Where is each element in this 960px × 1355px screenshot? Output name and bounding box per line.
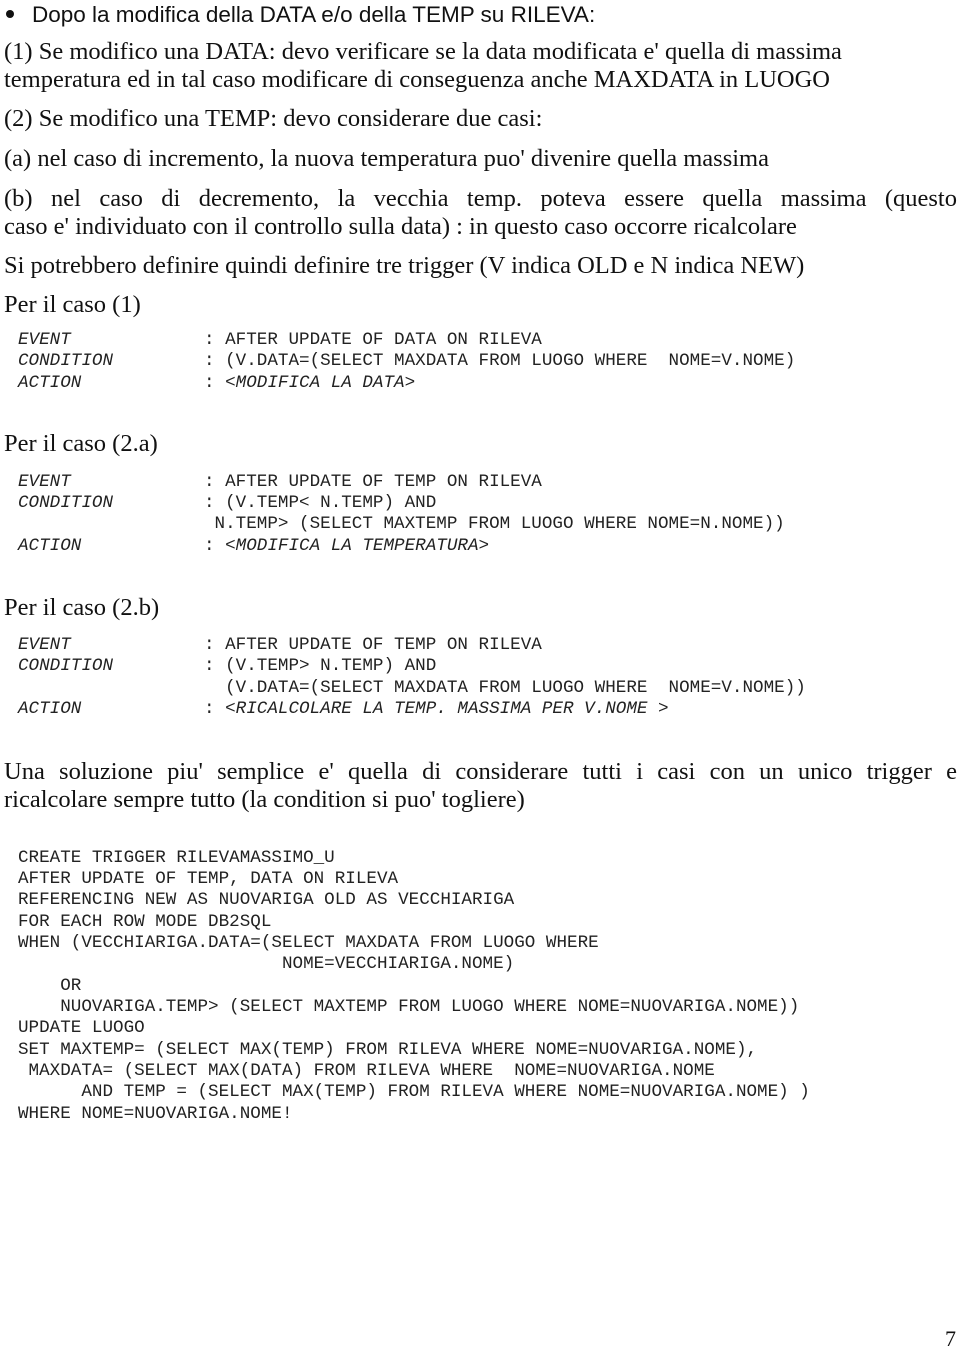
action-label: ACTION	[18, 699, 82, 719]
trigger-condition-row: CONDITION	[18, 656, 113, 677]
trigger-condition-row: CONDITION	[18, 493, 113, 514]
bullet-item: Dopo la modifica della DATA e/o della TE…	[6, 1, 595, 29]
code-line: AFTER UPDATE OF TEMP, DATA ON RILEVA	[18, 869, 399, 889]
trigger-action-value: : <MODIFICA LA DATA>	[204, 373, 415, 394]
trigger-action-value: : <RICALCOLARE LA TEMP. MASSIMA PER V.NO…	[204, 699, 669, 720]
action-label: ACTION	[18, 536, 82, 556]
code-line: REFERENCING NEW AS NUOVARIGA OLD AS VECC…	[18, 890, 515, 910]
bullet-icon	[6, 10, 14, 19]
case-heading: Per il caso (2.a)	[4, 430, 158, 457]
paragraph-case2a: (a) nel caso di incremento, la nuova tem…	[4, 145, 769, 172]
action-label: ACTION	[18, 373, 82, 393]
code-line: WHEN (VECCHIARIGA.DATA=(SELECT MAXDATA F…	[18, 933, 599, 953]
code-line: SET MAXTEMP= (SELECT MAX(TEMP) FROM RILE…	[18, 1040, 758, 1060]
solution-line2: ricalcolare sempre tutto (la condition s…	[4, 786, 525, 813]
document-page: Dopo la modifica della DATA e/o della TE…	[0, 0, 960, 1355]
code-line: FOR EACH ROW MODE DB2SQL	[18, 912, 272, 932]
trigger-condition-value-cont: (V.DATA=(SELECT MAXDATA FROM LUOGO WHERE…	[204, 678, 806, 698]
action-text: <RICALCOLARE LA TEMP. MASSIMA PER V.NOME…	[225, 699, 669, 719]
trigger-event-row: EVENT	[18, 330, 71, 351]
trigger-condition-value-cont: N.TEMP> (SELECT MAXTEMP FROM LUOGO WHERE…	[204, 514, 785, 534]
trigger-event-row: EVENT	[18, 472, 71, 493]
code-line: NOME=VECCHIARIGA.NOME)	[18, 954, 515, 974]
solution-line1: Una soluzione piu' semplice e' quella di…	[4, 758, 957, 785]
event-label: EVENT	[18, 330, 71, 350]
code-line: UPDATE LUOGO	[18, 1018, 145, 1038]
condition-label: CONDITION	[18, 656, 114, 676]
event-label: EVENT	[18, 635, 71, 655]
action-text: <MODIFICA LA TEMPERATURA>	[225, 536, 490, 556]
case-heading: Per il caso (1)	[4, 291, 141, 318]
trigger-condition-value: : (V.TEMP> N.TEMP) AND	[204, 656, 437, 676]
code-line: WHERE NOME=NUOVARIGA.NOME!	[18, 1104, 293, 1124]
event-label: EVENT	[18, 472, 71, 492]
action-prefix: :	[204, 373, 226, 393]
case-heading: Per il caso (2.b)	[4, 594, 160, 621]
trigger-condition-value: : (V.TEMP< N.TEMP) AND	[204, 493, 437, 513]
paragraph-case2: (2) Se modifico una TEMP: devo considera…	[4, 105, 543, 132]
trigger-event-value: : AFTER UPDATE OF TEMP ON RILEVA	[204, 472, 542, 492]
action-text: <MODIFICA LA DATA>	[225, 373, 416, 393]
code-line: CREATE TRIGGER RILEVAMASSIMO_U	[18, 848, 335, 868]
paragraph-three-triggers: Si potrebbero definire quindi definire t…	[4, 252, 805, 279]
trigger-action-row: ACTION	[18, 699, 81, 720]
condition-label: CONDITION	[18, 493, 114, 513]
trigger-action-row: ACTION	[18, 536, 81, 557]
action-prefix: :	[204, 699, 226, 719]
condition-label: CONDITION	[18, 351, 114, 371]
paragraph-case2b-line1: (b) nel caso di decremento, la vecchia t…	[4, 185, 957, 212]
paragraph-case2b-line2: caso e' individuato con il controllo sul…	[4, 213, 797, 240]
bullet-text: Dopo la modifica della DATA e/o della TE…	[32, 2, 596, 27]
trigger-event-value: : AFTER UPDATE OF DATA ON RILEVA	[204, 330, 542, 350]
trigger-action-value: : <MODIFICA LA TEMPERATURA>	[204, 536, 489, 557]
trigger-condition-row: CONDITION	[18, 351, 113, 372]
paragraph-case1-line2: temperatura ed in tal caso modificare di…	[4, 66, 830, 93]
trigger-action-row: ACTION	[18, 373, 81, 394]
page-number: 7	[945, 1326, 956, 1351]
code-line: NUOVARIGA.TEMP> (SELECT MAXTEMP FROM LUO…	[18, 997, 800, 1017]
trigger-event-row: EVENT	[18, 635, 71, 656]
trigger-condition-value: : (V.DATA=(SELECT MAXDATA FROM LUOGO WHE…	[204, 351, 796, 371]
code-line: AND TEMP = (SELECT MAX(TEMP) FROM RILEVA…	[18, 1082, 810, 1102]
code-line: MAXDATA= (SELECT MAX(DATA) FROM RILEVA W…	[18, 1061, 715, 1081]
paragraph-case1-line1: (1) Se modifico una DATA: devo verificar…	[4, 38, 842, 65]
action-prefix: :	[204, 536, 226, 556]
trigger-event-value: : AFTER UPDATE OF TEMP ON RILEVA	[204, 635, 542, 655]
code-line: OR	[18, 976, 82, 996]
